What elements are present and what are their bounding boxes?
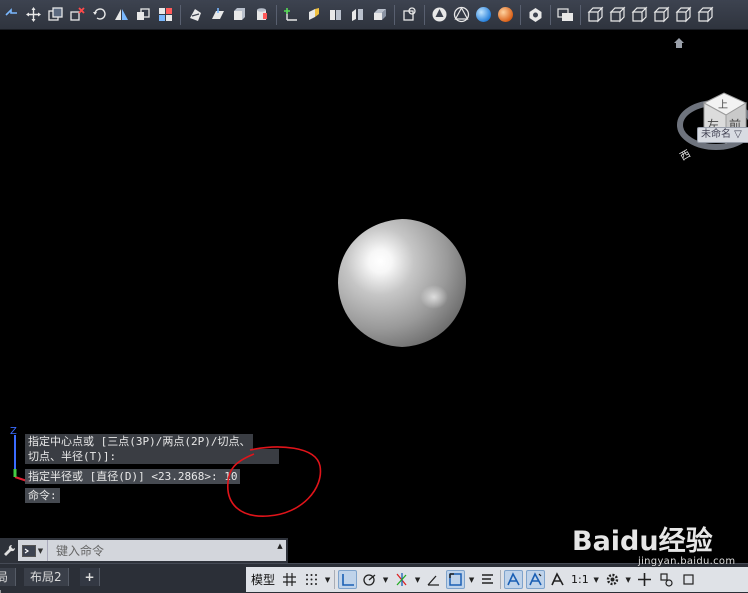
status-tools: 模型 ▼ ▼ ▼ ▼ 1:1 ▼ ▼: [246, 567, 748, 592]
view-front-icon[interactable]: [608, 5, 627, 24]
viewcube-compass-west: 西: [679, 149, 693, 164]
presspull-icon[interactable]: [370, 5, 389, 24]
command-history-prompt: 命令:: [25, 488, 60, 503]
move-icon[interactable]: [24, 5, 43, 24]
erase-icon[interactable]: [68, 5, 87, 24]
object-snap-icon[interactable]: [446, 570, 466, 589]
chevron-down-icon[interactable]: ▼: [468, 576, 475, 584]
auto-scale-icon[interactable]: [526, 570, 546, 589]
chevron-down-icon[interactable]: ▼: [414, 576, 421, 584]
region-icon[interactable]: [304, 5, 323, 24]
hardware-acceleration-icon[interactable]: [679, 570, 698, 589]
recent-commands-button[interactable]: ▼: [18, 540, 48, 561]
mesh-icon[interactable]: [400, 5, 419, 24]
sphere-solid[interactable]: [336, 217, 468, 349]
view-iso-icon[interactable]: [652, 5, 671, 24]
rotate-icon[interactable]: [90, 5, 109, 24]
snap-icon[interactable]: [302, 570, 321, 589]
command-history-line: 指定中心点或 [三点(3P)/两点(2P)/切点、: [25, 434, 254, 449]
command-line-bar: ▼ ▲: [0, 538, 288, 563]
tab-layout2[interactable]: 布局2: [24, 568, 69, 586]
chevron-down-icon[interactable]: ▼: [324, 576, 331, 584]
viewcube-top-face: 上: [718, 99, 728, 111]
gear-icon[interactable]: [603, 570, 622, 589]
align-icon[interactable]: [156, 5, 175, 24]
polar-tracking-icon[interactable]: [360, 570, 379, 589]
add-layout-button[interactable]: +: [80, 568, 100, 586]
chevron-down-icon[interactable]: ▼: [593, 576, 600, 584]
cone-icon[interactable]: [430, 5, 449, 24]
texture-sphere-icon[interactable]: [496, 5, 515, 24]
watermark-url: jingyan.baidu.com: [638, 556, 736, 567]
revolve-icon[interactable]: [326, 5, 345, 24]
annotation-scale-value[interactable]: 1:1: [570, 573, 590, 586]
command-input[interactable]: [48, 540, 274, 561]
lineweight-icon[interactable]: [478, 570, 497, 589]
extrude-icon[interactable]: [208, 5, 227, 24]
view-left-icon[interactable]: [630, 5, 649, 24]
command-history-line: 指定半径或 [直径(D)] <23.2868>: 10: [25, 469, 241, 484]
isodraft-icon[interactable]: [392, 570, 411, 589]
command-history-toggle[interactable]: ▲: [274, 540, 286, 561]
isolate-objects-icon[interactable]: [657, 570, 676, 589]
view-top-icon[interactable]: [586, 5, 605, 24]
home-icon[interactable]: [673, 37, 685, 49]
box-icon[interactable]: [230, 5, 249, 24]
top-toolbar: [0, 0, 748, 30]
chevron-up-icon: ▲: [277, 542, 283, 550]
orbit-icon[interactable]: [2, 5, 21, 24]
ortho-icon[interactable]: [338, 570, 358, 589]
shaded-sphere-icon[interactable]: [474, 5, 493, 24]
chevron-down-icon[interactable]: ▼: [382, 576, 389, 584]
tab-layout1[interactable]: 局1: [0, 568, 16, 593]
annotation-scale-icon[interactable]: [548, 570, 567, 589]
watermark-brand: Baidu经验: [572, 525, 713, 557]
annotation-visibility-icon[interactable]: [504, 570, 524, 589]
viewcube-named-view-dropdown[interactable]: 未命名 ▽: [697, 127, 748, 143]
command-history-line: 切点、半径(T)]:: [25, 449, 279, 464]
ucs-z-label: Z: [10, 426, 17, 437]
ucs-icon[interactable]: [282, 5, 301, 24]
cylinder-icon[interactable]: [252, 5, 271, 24]
slice-icon[interactable]: [186, 5, 205, 24]
sphere-icon[interactable]: [452, 5, 471, 24]
mirror-icon[interactable]: [112, 5, 131, 24]
grid-icon[interactable]: [280, 570, 299, 589]
object-snap-tracking-icon[interactable]: [424, 570, 443, 589]
viewcube[interactable]: 上 左 前 西: [676, 59, 748, 169]
model-space-button[interactable]: 模型: [249, 571, 277, 588]
chevron-down-icon[interactable]: ▼: [625, 576, 632, 584]
customize-wrench-icon[interactable]: [0, 538, 18, 563]
array-icon[interactable]: [134, 5, 153, 24]
render-icon[interactable]: [526, 5, 545, 24]
chevron-down-icon: ▼: [37, 546, 44, 555]
viewports-icon[interactable]: [556, 5, 575, 24]
plus-icon[interactable]: [635, 570, 654, 589]
copy-icon[interactable]: [46, 5, 65, 24]
loft-icon[interactable]: [348, 5, 367, 24]
view-se-icon[interactable]: [674, 5, 693, 24]
view-ne-icon[interactable]: [696, 5, 715, 24]
